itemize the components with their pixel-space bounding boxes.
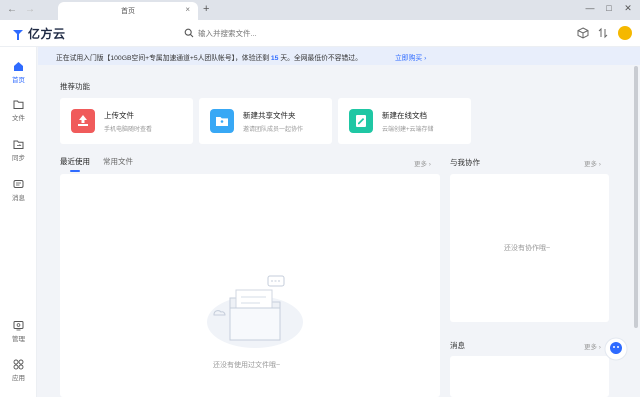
app-header: 亿方云	[0, 20, 640, 47]
sidebar-item-admin[interactable]: 管理	[0, 320, 37, 346]
collab-more-link[interactable]: 更多 ›	[584, 158, 601, 168]
card-desc: 手机电脑随时查看	[104, 127, 153, 133]
apps-icon	[13, 359, 24, 370]
empty-folder-illustration	[207, 275, 303, 348]
card-title: 上传文件	[104, 111, 134, 120]
logo-text: 亿方云	[28, 27, 66, 41]
sidebar-item-home[interactable]: 首页	[0, 61, 37, 87]
sidebar-item-messages[interactable]: 消息	[0, 179, 37, 205]
new-shared-folder-card[interactable]: 新建共享文件夹 邀请团队成员一起协作	[199, 98, 332, 144]
app-logo[interactable]: 亿方云	[11, 26, 66, 41]
assistant-icon[interactable]	[604, 337, 628, 361]
card-title: 新建在线文档	[382, 111, 427, 120]
minimize-button[interactable]: —	[584, 3, 596, 13]
trial-banner: 正在试用入门版【100GB空间+专属加速通道+5人团队帐号】，体验还剩 15 天…	[38, 47, 640, 65]
search-icon	[184, 28, 194, 38]
upload-download-icon[interactable]	[597, 27, 609, 39]
tab-frequent[interactable]: 常用文件	[103, 156, 133, 167]
tab-title: 首页	[121, 8, 135, 15]
sidebar-item-files[interactable]: 文件	[0, 99, 37, 125]
buy-now-label: 立即购买	[395, 55, 423, 62]
tab-recent[interactable]: 最近使用	[60, 156, 90, 167]
banner-text: 正在试用入门版【100GB空间+专属加速通道+5人团队帐号】，体验还剩 15 天…	[56, 52, 362, 62]
upload-file-card[interactable]: 上传文件 手机电脑随时查看	[60, 98, 193, 144]
sidebar-item-label: 管理	[12, 336, 25, 343]
banner-text-before: 正在试用入门版【100GB空间+专属加速通道+5人团队帐号】，体验还剩	[56, 55, 271, 62]
admin-icon	[13, 321, 24, 331]
folder-icon	[13, 100, 24, 109]
files-empty-text: 还没有使用过文件哦~	[213, 362, 281, 369]
recent-files-panel: 还没有使用过文件哦~	[60, 174, 440, 397]
collab-panel: 还没有协作哦~	[450, 174, 609, 322]
new-tab-button[interactable]: +	[203, 3, 209, 15]
messages-title: 消息	[450, 341, 465, 350]
sidebar-item-sync[interactable]: 同步	[0, 139, 37, 165]
sidebar-item-label: 消息	[12, 195, 25, 202]
card-desc: 云端创建+云端存储	[382, 127, 434, 133]
sidebar-item-label: 文件	[12, 115, 25, 122]
card-desc: 邀请团队成员一起协作	[243, 127, 304, 133]
shared-folder-icon	[210, 109, 234, 133]
card-title: 新建共享文件夹	[243, 111, 296, 120]
active-tab-indicator	[70, 170, 80, 172]
new-online-doc-card[interactable]: 新建在线文档 云端创建+云端存储	[338, 98, 471, 144]
upload-icon	[71, 109, 95, 133]
tab-close-icon[interactable]: ×	[185, 5, 190, 14]
banner-text-after: 天。全网最低价不容错过。	[278, 55, 362, 62]
messages-more-link[interactable]: 更多 ›	[584, 341, 601, 351]
message-icon	[13, 180, 24, 188]
search-input[interactable]	[198, 26, 358, 40]
messages-panel	[450, 356, 609, 397]
sidebar: 首页 文件 同步 消息 管理 应用	[0, 47, 37, 397]
chevron-right-icon: ›	[424, 55, 427, 62]
recommend-title: 推荐功能	[60, 82, 90, 91]
sidebar-item-label: 同步	[12, 155, 25, 162]
browser-tab[interactable]: 首页 ×	[58, 2, 198, 20]
collab-empty-text: 还没有协作哦~	[504, 245, 551, 252]
sidebar-item-label: 应用	[12, 375, 25, 382]
scrollbar[interactable]	[634, 66, 638, 328]
collab-title: 与我协作	[450, 158, 480, 167]
browser-chrome: ← → 首页 × + — □ ✕	[0, 0, 640, 20]
sidebar-item-label: 首页	[12, 77, 25, 84]
buy-now-link[interactable]: 立即购买 ›	[395, 52, 426, 62]
user-avatar[interactable]	[618, 26, 632, 40]
maximize-button[interactable]: □	[603, 3, 615, 13]
forward-arrow-icon[interactable]: →	[24, 4, 36, 16]
close-window-button[interactable]: ✕	[622, 3, 634, 14]
back-arrow-icon[interactable]: ←	[6, 4, 18, 16]
sync-folder-icon	[13, 140, 24, 149]
files-more-link[interactable]: 更多 ›	[414, 158, 431, 168]
home-icon	[14, 62, 23, 71]
logo-icon	[13, 29, 23, 40]
transfer-box-icon[interactable]	[577, 27, 589, 39]
sidebar-item-apps[interactable]: 应用	[0, 359, 37, 385]
online-doc-icon	[349, 109, 373, 133]
